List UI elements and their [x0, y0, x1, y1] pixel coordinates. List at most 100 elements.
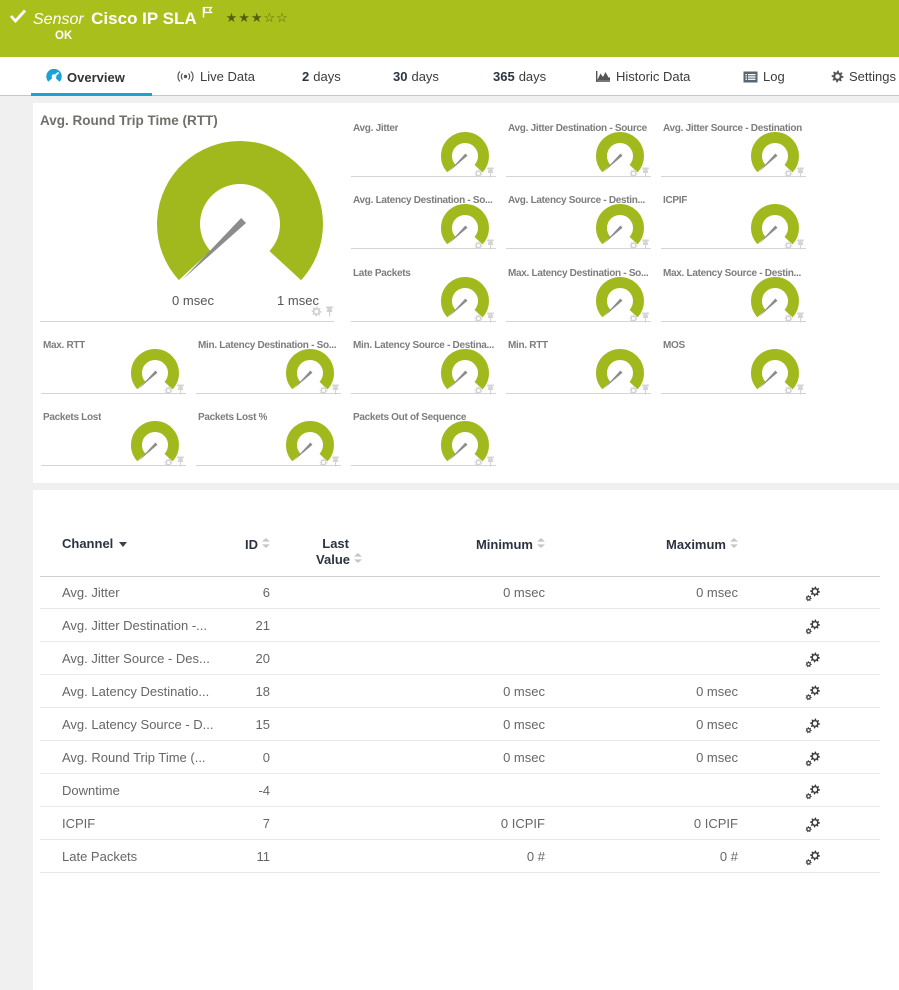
- column-header-label: Last: [272, 536, 362, 551]
- channel-row[interactable]: Avg. Round Trip Time (...00 msec0 msec: [40, 741, 880, 774]
- gauge-pin-icon[interactable]: [331, 454, 340, 472]
- sensor-header-bar: Sensor Cisco IP SLA ★★★☆☆ OK: [0, 0, 899, 57]
- channel-maximum: 0 msec: [568, 741, 738, 774]
- channel-row[interactable]: Avg. Jitter Destination -...21: [40, 609, 880, 642]
- channel-id: 18: [190, 675, 270, 708]
- channel-row[interactable]: Downtime-4: [40, 774, 880, 807]
- channel-row[interactable]: ICPIF70 ICPIF0 ICPIF: [40, 807, 880, 840]
- tab-bar: Overview Live Data 2days 30days 365days Histo…: [0, 57, 899, 96]
- gauge-cell: Avg. Jitter Source - Destination: [661, 105, 806, 177]
- gauge-min-label: 0 msec: [153, 293, 233, 308]
- channel-settings-icon[interactable]: [798, 675, 828, 708]
- channel-row[interactable]: Avg. Jitter60 msec0 msec: [40, 576, 880, 609]
- channel-table-panel: Avg. Jitter60 msec0 msecAvg. Jitter Dest…: [33, 490, 899, 990]
- tab-historic-data[interactable]: Historic Data: [595, 69, 690, 93]
- tab-label: Settings: [849, 69, 896, 84]
- channel-minimum: 0 msec: [375, 675, 545, 708]
- column-header-label: Maximum: [666, 537, 726, 552]
- tab-live-data[interactable]: Live Data: [176, 69, 255, 93]
- column-header-label: ID: [245, 537, 258, 552]
- sort-arrows-icon[interactable]: [537, 536, 545, 551]
- channel-settings-icon[interactable]: [798, 774, 828, 807]
- gauge-title: Avg. Round Trip Time (RTT): [40, 113, 218, 128]
- channel-minimum: 0 #: [375, 840, 545, 873]
- live-data-icon: [176, 70, 195, 86]
- column-header-id[interactable]: ID: [190, 536, 270, 552]
- channel-maximum: 0 #: [568, 840, 738, 873]
- channel-settings-icon[interactable]: [798, 807, 828, 840]
- tab-settings[interactable]: Settings: [831, 69, 896, 93]
- tab-label: days: [519, 69, 546, 84]
- channel-settings-icon[interactable]: [798, 609, 828, 642]
- tab-label: Overview: [67, 70, 125, 85]
- tab-label: Log: [763, 69, 785, 84]
- sort-arrows-icon[interactable]: [354, 551, 362, 566]
- gauge-cell: Min. Latency Source - Destina...: [351, 322, 496, 394]
- gauge-cell: Packets Lost %: [196, 394, 341, 466]
- channel-id: 0: [190, 741, 270, 774]
- tab-2-days[interactable]: 2days: [302, 69, 341, 93]
- channel-maximum: 0 ICPIF: [568, 807, 738, 840]
- channel-maximum: 0 msec: [568, 576, 738, 609]
- column-header-last-value[interactable]: LastValue: [272, 536, 362, 567]
- column-header-minimum[interactable]: Minimum: [375, 536, 545, 552]
- gauge-cell: Avg. Jitter Destination - Source: [506, 105, 651, 177]
- gauge-cell: Packets Lost: [41, 394, 186, 466]
- column-header-channel[interactable]: Channel: [62, 536, 127, 551]
- gauge-icon: [46, 69, 62, 87]
- channel-row[interactable]: Avg. Latency Destinatio...180 msec0 msec: [40, 675, 880, 708]
- channel-settings-icon[interactable]: [798, 741, 828, 774]
- sort-arrows-icon[interactable]: [730, 536, 738, 551]
- channel-maximum: 0 msec: [568, 675, 738, 708]
- channel-id: 7: [190, 807, 270, 840]
- channel-settings-icon[interactable]: [798, 840, 828, 873]
- channel-row[interactable]: Avg. Jitter Source - Des...20: [40, 642, 880, 675]
- channel-maximum: [568, 774, 738, 807]
- channel-settings-icon[interactable]: [798, 576, 828, 609]
- tab-overview[interactable]: Overview: [46, 69, 125, 93]
- sensor-name: Cisco IP SLA: [91, 9, 197, 28]
- tab-label: days: [313, 69, 340, 84]
- status-badge: OK: [55, 30, 72, 42]
- primary-gauge-dial: [150, 138, 330, 291]
- channel-settings-icon[interactable]: [798, 642, 828, 675]
- tab-label: Live Data: [200, 69, 255, 84]
- gauge-pin-icon[interactable]: [325, 304, 334, 322]
- sort-desc-arrow-icon: [119, 542, 127, 547]
- gauge-settings-gear-icon[interactable]: [629, 382, 638, 400]
- gauge-settings-gear-icon[interactable]: [319, 454, 328, 472]
- channel-maximum: [568, 642, 738, 675]
- flag-icon[interactable]: [202, 5, 213, 22]
- gauge-pin-icon[interactable]: [796, 382, 805, 400]
- column-header-label: Channel: [62, 536, 113, 551]
- channel-settings-icon[interactable]: [798, 708, 828, 741]
- gauge-pin-icon[interactable]: [486, 454, 495, 472]
- gauge-settings-gear-icon[interactable]: [311, 304, 322, 322]
- tab-log[interactable]: Log: [743, 69, 785, 93]
- gauge-title: Late Packets: [353, 268, 411, 279]
- gauge-pin-icon[interactable]: [641, 382, 650, 400]
- channel-maximum: 0 msec: [568, 708, 738, 741]
- column-header-maximum[interactable]: Maximum: [568, 536, 738, 552]
- channel-row[interactable]: Late Packets110 #0 #: [40, 840, 880, 873]
- channel-row[interactable]: Avg. Latency Source - D...150 msec0 msec: [40, 708, 880, 741]
- gauge-settings-gear-icon[interactable]: [474, 454, 483, 472]
- tab-30-days[interactable]: 30days: [393, 69, 439, 93]
- tab-365-days[interactable]: 365days: [493, 69, 546, 93]
- gauge-title: Packets Lost: [43, 412, 101, 423]
- channel-id: -4: [190, 774, 270, 807]
- log-icon: [743, 71, 758, 86]
- gauge-settings-gear-icon[interactable]: [164, 454, 173, 472]
- gear-icon: [831, 70, 844, 86]
- gauge-pin-icon[interactable]: [176, 454, 185, 472]
- gauge-settings-gear-icon[interactable]: [784, 382, 793, 400]
- priority-stars[interactable]: ★★★☆☆: [226, 10, 289, 25]
- gauges-panel: Avg. Round Trip Time (RTT)0 msec1 msecAv…: [33, 103, 899, 483]
- gauge-cell: Avg. Jitter: [351, 105, 496, 177]
- channel-minimum: [375, 774, 545, 807]
- gauge-cell: Packets Out of Sequence: [351, 394, 496, 466]
- channel-id: 15: [190, 708, 270, 741]
- sort-arrows-icon[interactable]: [262, 536, 270, 551]
- gauge-cell: Min. Latency Destination - So...: [196, 322, 341, 394]
- gauge-title: Avg. Jitter: [353, 123, 398, 134]
